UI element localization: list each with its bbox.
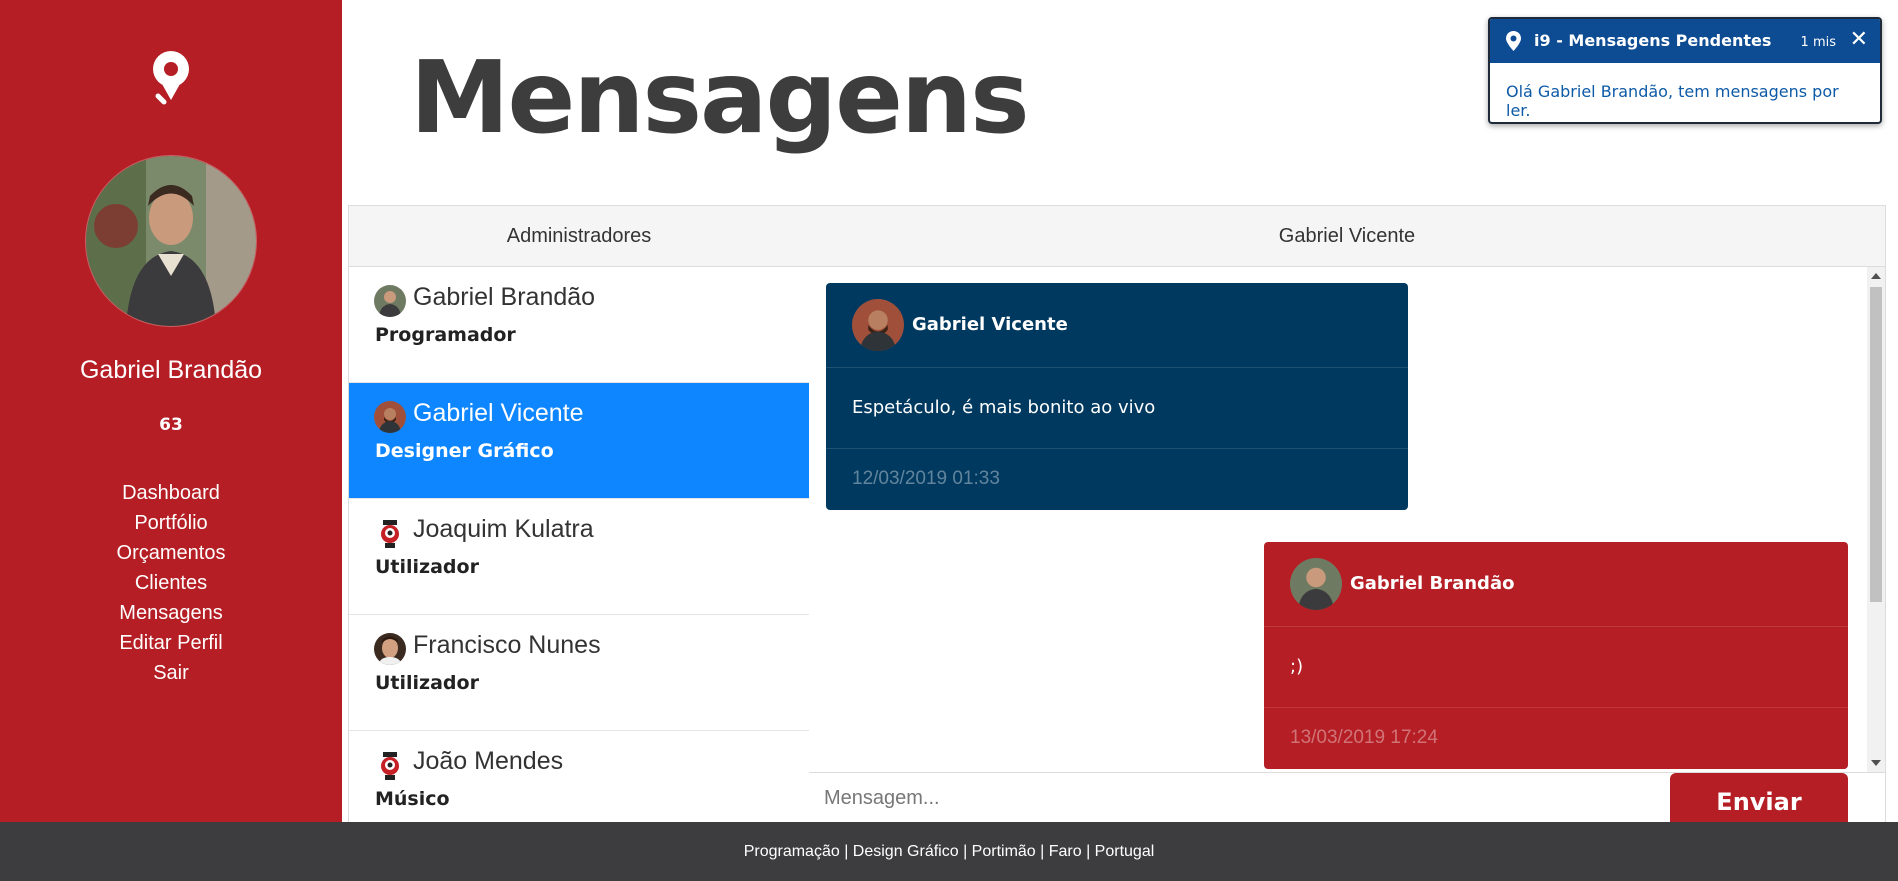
contact-item[interactable]: Joaquim Kulatra Utilizador — [349, 499, 809, 615]
location-pin-icon — [1506, 31, 1521, 51]
message-author: Gabriel Vicente — [912, 314, 1068, 335]
message-text: ;) — [1264, 627, 1848, 708]
contact-avatar — [374, 285, 406, 317]
contact-item-selected[interactable]: Gabriel Vicente Designer Gráfico — [349, 383, 809, 499]
chat-scrollbar[interactable] — [1867, 267, 1885, 772]
chat-panel: Gabriel Vicente Gabriel Vicente Espetácu… — [809, 205, 1886, 824]
sidebar: Gabriel Brandão 63 Dashboard Portfólio O… — [0, 0, 342, 822]
message-avatar — [1290, 558, 1342, 610]
message-header: Gabriel Vicente — [826, 283, 1408, 368]
nav-item-mensagens[interactable]: Mensagens — [0, 598, 342, 628]
toast-body: Olá Gabriel Brandão, tem mensagens por l… — [1506, 82, 1839, 120]
message-text: Espetáculo, é mais bonito ao vivo — [826, 368, 1408, 449]
notification-toast[interactable]: i9 - Mensagens Pendentes 1 mis ✕ Olá Gab… — [1488, 17, 1882, 124]
nav-item-orcamentos[interactable]: Orçamentos — [0, 538, 342, 568]
sidebar-nav: Dashboard Portfólio Orçamentos Clientes … — [0, 478, 342, 688]
nav-item-portfolio[interactable]: Portfólio — [0, 508, 342, 538]
contact-item[interactable]: Francisco Nunes Utilizador — [349, 615, 809, 731]
nav-item-clientes[interactable]: Clientes — [0, 568, 342, 598]
user-name: Gabriel Brandão — [79, 356, 263, 384]
message-header: Gabriel Brandão — [1264, 542, 1848, 627]
scrollbar-thumb[interactable] — [1870, 287, 1882, 602]
mascot-avatar-icon — [374, 517, 406, 549]
message-date: 13/03/2019 17:24 — [1290, 727, 1438, 748]
message-incoming: Gabriel Vicente Espetáculo, é mais bonit… — [826, 283, 1408, 510]
scroll-down-arrow-icon[interactable] — [1871, 760, 1881, 766]
message-author: Gabriel Brandão — [1350, 573, 1515, 594]
footer: Programação | Design Gráfico | Portimão … — [0, 822, 1898, 881]
location-pin-logo-icon[interactable] — [150, 50, 192, 105]
contact-role: Utilizador — [375, 672, 479, 694]
contact-name: Gabriel Vicente — [413, 399, 584, 427]
contact-role: Programador — [375, 324, 516, 346]
nav-item-editar-perfil[interactable]: Editar Perfil — [0, 628, 342, 658]
nav-item-sair[interactable]: Sair — [0, 658, 342, 688]
user-count: 63 — [159, 415, 183, 435]
contact-item[interactable]: João Mendes Músico — [349, 731, 809, 823]
contact-name: Francisco Nunes — [413, 631, 601, 659]
contact-role: Músico — [375, 788, 450, 810]
scroll-up-arrow-icon[interactable] — [1871, 273, 1881, 279]
profile-avatar[interactable] — [85, 155, 257, 327]
message-compose: Enviar — [809, 772, 1885, 823]
contact-avatar — [374, 633, 406, 665]
contacts-panel: Administradores Gabriel Brandão Programa… — [348, 205, 810, 824]
toast-header: i9 - Mensagens Pendentes 1 mis ✕ — [1490, 19, 1880, 63]
close-icon[interactable]: ✕ — [1850, 27, 1868, 52]
contact-name: Gabriel Brandão — [413, 283, 596, 311]
message-input[interactable] — [809, 773, 1676, 823]
nav-item-dashboard[interactable]: Dashboard — [0, 478, 342, 508]
message-avatar — [852, 299, 904, 351]
contact-role: Utilizador — [375, 556, 479, 578]
contacts-header: Administradores — [349, 206, 809, 267]
page-title: Mensagens — [410, 39, 1030, 156]
message-outgoing: Gabriel Brandão ;) 13/03/2019 17:24 — [1264, 542, 1848, 769]
contact-name: João Mendes — [413, 747, 564, 775]
send-button[interactable]: Enviar — [1670, 773, 1848, 823]
toast-title: i9 - Mensagens Pendentes — [1534, 31, 1772, 50]
chat-messages[interactable]: Gabriel Vicente Espetáculo, é mais bonit… — [809, 267, 1885, 772]
toast-time: 1 mis — [1800, 35, 1836, 50]
mascot-avatar-icon — [374, 749, 406, 781]
contact-role: Designer Gráfico — [375, 440, 554, 462]
contact-avatar — [374, 401, 406, 433]
contact-name: Joaquim Kulatra — [413, 515, 594, 543]
contact-item[interactable]: Gabriel Brandão Programador — [349, 267, 809, 383]
chat-header: Gabriel Vicente — [809, 206, 1885, 267]
message-date: 12/03/2019 01:33 — [852, 468, 1000, 489]
